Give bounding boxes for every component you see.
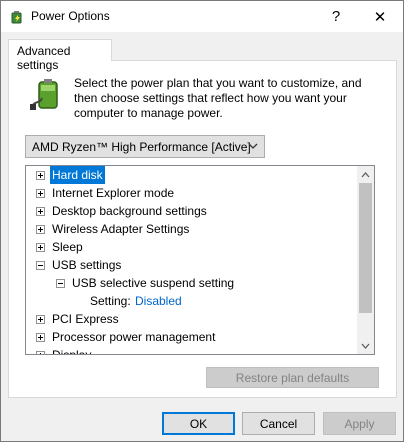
tab-advanced-settings[interactable]: Advanced settings <box>8 39 112 72</box>
apply-button[interactable]: Apply <box>323 412 396 435</box>
tree-item-label: USB selective suspend setting <box>72 276 235 290</box>
collapse-minus-icon[interactable] <box>36 261 45 270</box>
expand-plus-icon[interactable] <box>36 171 45 180</box>
tree-item-label: Sleep <box>52 240 83 254</box>
scroll-down-icon[interactable] <box>357 337 374 354</box>
tree-item-label: Hard disk <box>50 166 105 184</box>
battery-plug-icon <box>30 79 58 110</box>
cancel-button[interactable]: Cancel <box>242 412 315 435</box>
setting-value-link[interactable]: Disabled <box>133 292 184 310</box>
settings-tree-items: Hard disk Internet Explorer mode Desktop… <box>26 166 358 354</box>
tree-item-label: USB settings <box>52 258 122 272</box>
restore-defaults-button[interactable]: Restore plan defaults <box>206 367 379 388</box>
expand-plus-icon[interactable] <box>36 189 45 198</box>
tree-item-label: Wireless Adapter Settings <box>52 222 190 236</box>
help-button[interactable]: ? <box>313 1 359 32</box>
expand-plus-icon[interactable] <box>36 315 45 324</box>
tree-item-label: Processor power management <box>52 330 216 344</box>
tree-item-label: Desktop background settings <box>52 204 207 218</box>
tree-item-label: Display <box>50 346 93 354</box>
ok-button[interactable]: OK <box>162 412 235 435</box>
close-button[interactable]: ✕ <box>357 1 403 32</box>
expand-plus-icon[interactable] <box>36 243 45 252</box>
expand-plus-icon[interactable] <box>36 225 45 234</box>
settings-tree[interactable]: Hard disk Internet Explorer mode Desktop… <box>25 165 375 355</box>
setting-label: Setting: <box>90 294 131 308</box>
expand-plus-icon[interactable] <box>36 333 45 342</box>
scroll-up-icon[interactable] <box>357 166 374 183</box>
tree-scrollbar[interactable] <box>357 166 374 354</box>
tree-item-label: Internet Explorer mode <box>52 186 175 200</box>
chevron-down-icon <box>248 143 258 149</box>
window-title: Power Options <box>31 9 110 23</box>
title-bar[interactable]: Power Options ? ✕ <box>1 1 403 32</box>
plan-select-value: AMD Ryzen™ High Performance [Active] <box>32 140 251 154</box>
scroll-thumb[interactable] <box>359 183 372 313</box>
power-options-icon <box>11 11 22 24</box>
power-options-window: Power Options ? ✕ Advanced settings Sele… <box>0 0 404 442</box>
plan-select[interactable]: AMD Ryzen™ High Performance [Active] <box>25 135 265 158</box>
plan-description: Select the power plan that you want to c… <box>74 76 362 120</box>
tree-item-label: PCI Express <box>52 312 119 326</box>
expand-plus-icon[interactable] <box>36 207 45 216</box>
collapse-minus-icon[interactable] <box>56 279 65 288</box>
expand-plus-icon[interactable] <box>36 351 45 354</box>
